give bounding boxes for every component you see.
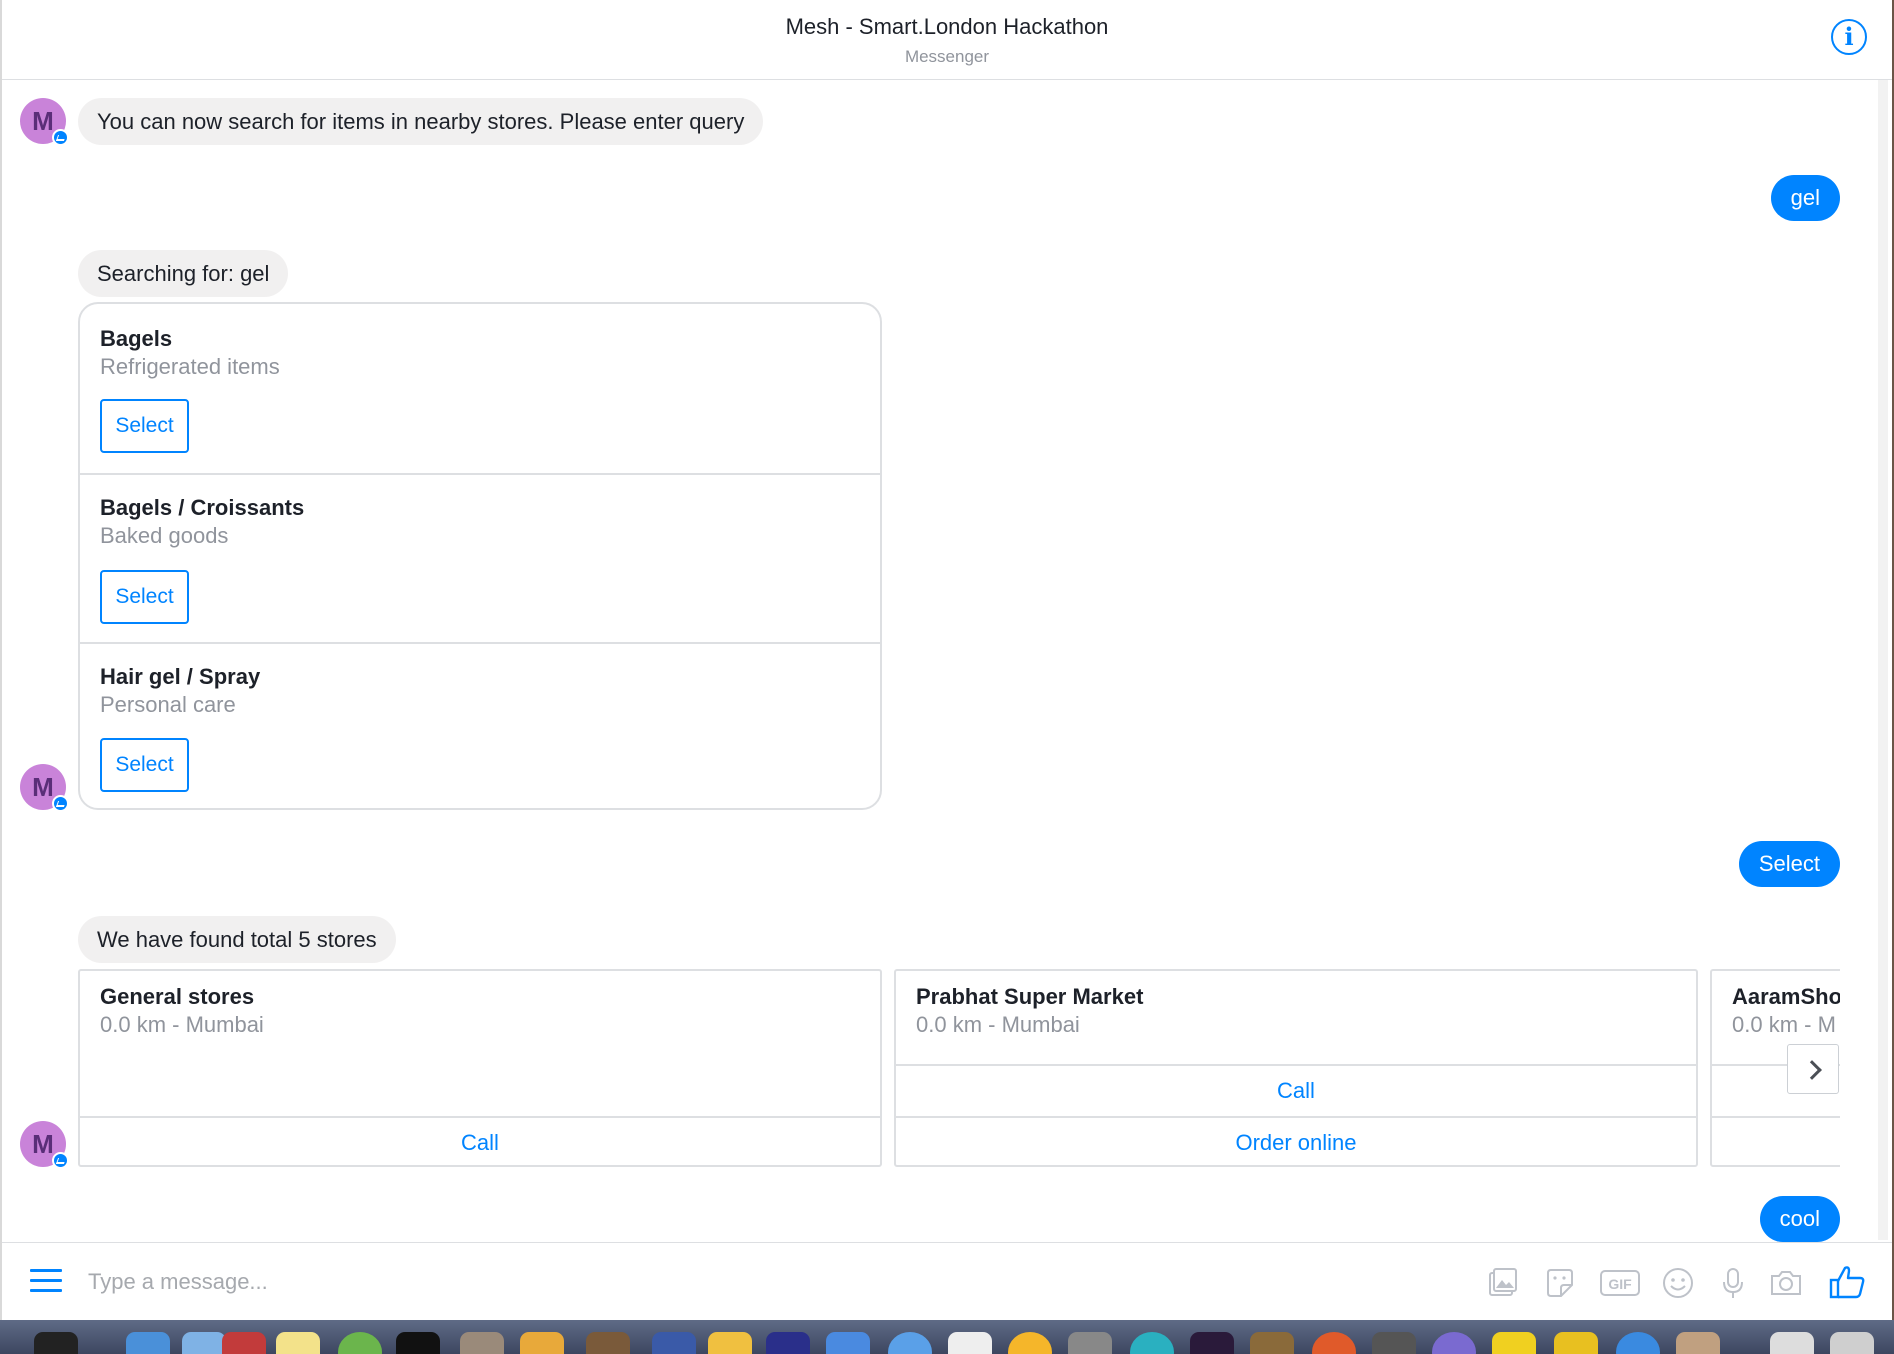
app-icon[interactable] xyxy=(1250,1332,1294,1354)
list-item-title: Bagels xyxy=(100,326,173,351)
app-icon[interactable] xyxy=(1492,1332,1536,1354)
list-item: Hair gel / Spray Personal care Select xyxy=(80,642,880,808)
store-card: General stores 0.0 km - Mumbai Call xyxy=(78,969,882,1167)
list-item-title: Bagels / Croissants xyxy=(100,495,305,520)
messenger-badge-icon xyxy=(52,795,69,812)
message-composer: GIF xyxy=(2,1242,1892,1320)
store-carousel: General stores 0.0 km - Mumbai Call Prab… xyxy=(78,969,1840,1169)
list-item-subtitle: Baked goods xyxy=(100,523,229,548)
os-dock xyxy=(0,1320,1894,1354)
document-icon[interactable] xyxy=(1770,1332,1814,1354)
notes-icon[interactable] xyxy=(276,1332,320,1354)
bot-message-searching: Searching for: gel xyxy=(78,250,289,297)
order-online-button[interactable]: Order online xyxy=(896,1116,1696,1167)
call-button[interactable]: Call xyxy=(896,1064,1696,1115)
messenger-badge-icon xyxy=(52,1152,69,1169)
list-item: Bagels Refrigerated items Select xyxy=(80,304,880,473)
user-message-cool: cool xyxy=(1759,1196,1840,1242)
info-icon[interactable]: i xyxy=(1831,19,1867,55)
chevron-right-icon[interactable] xyxy=(1787,1044,1839,1094)
sticker-icon[interactable] xyxy=(1542,1265,1578,1301)
store-name: General stores xyxy=(100,984,255,1009)
app-icon[interactable] xyxy=(1554,1332,1598,1354)
menu-icon[interactable] xyxy=(30,1269,62,1293)
gif-label: GIF xyxy=(1608,1276,1632,1292)
list-item-subtitle: Personal care xyxy=(100,692,236,717)
camera-icon[interactable] xyxy=(1768,1265,1804,1301)
list-item-subtitle: Refrigerated items xyxy=(100,354,280,379)
safari-icon[interactable] xyxy=(888,1332,932,1354)
conversation-title: Mesh - Smart.London Hackathon xyxy=(785,14,1109,39)
conversation-header: Mesh - Smart.London Hackathon Messenger … xyxy=(2,0,1892,80)
app-icon[interactable] xyxy=(766,1332,810,1354)
thumbs-up-icon[interactable] xyxy=(1828,1263,1866,1301)
messenger-badge-icon xyxy=(52,129,69,146)
select-button[interactable]: Select xyxy=(100,570,189,624)
avatar[interactable]: M xyxy=(20,1121,69,1169)
app-icon[interactable] xyxy=(1372,1332,1416,1354)
app-icon[interactable] xyxy=(1068,1332,1112,1354)
app-icon[interactable] xyxy=(338,1332,382,1354)
avatar[interactable]: M xyxy=(20,764,69,812)
app-icon[interactable] xyxy=(586,1332,630,1354)
app-icon[interactable] xyxy=(396,1332,440,1354)
app-icon[interactable] xyxy=(1432,1332,1476,1354)
avatar-letter: M xyxy=(32,106,54,136)
user-message-select: Select xyxy=(1738,841,1840,887)
app-icon[interactable] xyxy=(948,1332,992,1354)
store-detail: 0.0 km - M xyxy=(1732,1012,1836,1037)
list-item-title: Hair gel / Spray xyxy=(100,664,261,689)
microphone-icon[interactable] xyxy=(1715,1265,1751,1301)
store-name: AaramSho xyxy=(1732,984,1840,1009)
bot-message-found: We have found total 5 stores xyxy=(78,916,396,963)
select-button[interactable]: Select xyxy=(100,738,189,792)
select-button[interactable]: Select xyxy=(100,399,189,453)
emoji-icon[interactable] xyxy=(1660,1265,1696,1301)
scrollbar[interactable] xyxy=(1878,80,1888,1240)
trash-icon[interactable] xyxy=(1830,1332,1874,1354)
avatar[interactable]: M xyxy=(20,98,69,146)
avatar-letter: M xyxy=(32,772,54,802)
message-input[interactable] xyxy=(88,1261,1388,1303)
app-icon[interactable] xyxy=(652,1332,696,1354)
app-icon[interactable] xyxy=(826,1332,870,1354)
app-icon[interactable] xyxy=(1190,1332,1234,1354)
store-card: Prabhat Super Market 0.0 km - Mumbai Cal… xyxy=(894,969,1698,1167)
store-detail: 0.0 km - Mumbai xyxy=(916,1012,1080,1037)
image-icon[interactable] xyxy=(1484,1265,1520,1301)
store-name: Prabhat Super Market xyxy=(916,984,1144,1009)
terminal-icon[interactable] xyxy=(34,1332,78,1354)
avatar-letter: M xyxy=(32,1129,54,1159)
app-icon[interactable] xyxy=(520,1332,564,1354)
app-icon[interactable] xyxy=(182,1332,226,1354)
app-icon[interactable] xyxy=(1676,1332,1720,1354)
user-message-query: gel xyxy=(1770,175,1840,221)
app-icon[interactable] xyxy=(1130,1332,1174,1354)
call-button[interactable]: Call xyxy=(80,1116,880,1167)
list-item: Bagels / Croissants Baked goods Select xyxy=(80,473,880,642)
conversation-subtitle: Messenger xyxy=(904,47,990,66)
app-icon[interactable] xyxy=(708,1332,752,1354)
app-icon[interactable] xyxy=(222,1332,266,1354)
store-detail: 0.0 km - Mumbai xyxy=(100,1012,264,1037)
xcode-icon[interactable] xyxy=(126,1332,170,1354)
app-icon[interactable] xyxy=(1008,1332,1052,1354)
bot-message-intro: You can now search for items in nearby s… xyxy=(78,98,764,145)
gif-icon[interactable]: GIF xyxy=(1599,1265,1641,1301)
store-action-button[interactable] xyxy=(1712,1116,1840,1167)
search-results-list: Bagels Refrigerated items Select Bagels … xyxy=(78,302,882,810)
app-icon[interactable] xyxy=(1616,1332,1660,1354)
app-icon[interactable] xyxy=(1312,1332,1356,1354)
app-icon[interactable] xyxy=(460,1332,504,1354)
